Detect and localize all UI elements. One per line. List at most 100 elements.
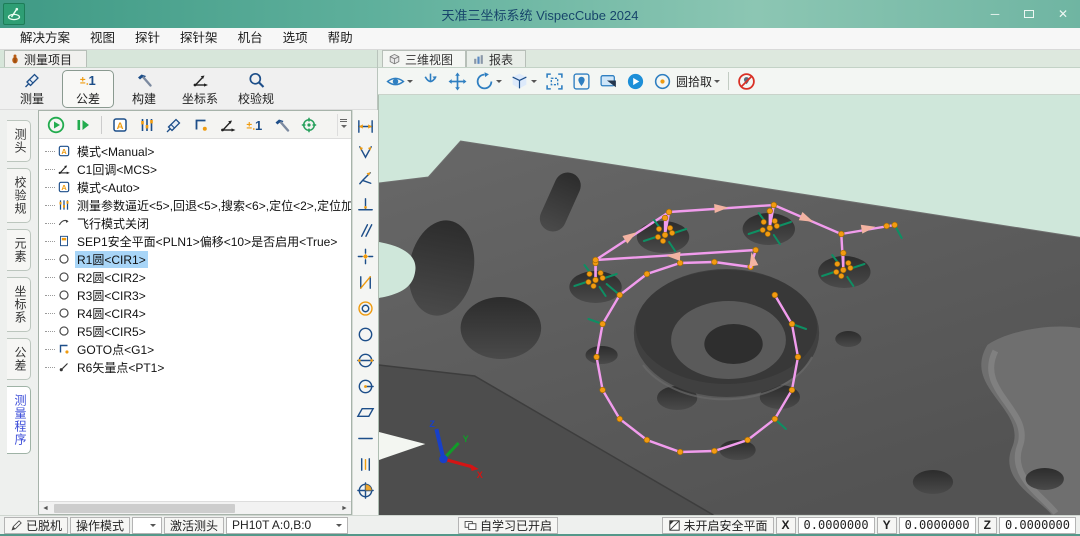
position-icon[interactable] [354, 243, 378, 269]
mode-button[interactable]: A [109, 114, 131, 136]
status-bar: 已脱机 操作模式 激活测头 PH10T A:0,B:0 自学习已开启 未开启安全… [0, 515, 1080, 536]
position-button[interactable] [298, 114, 320, 136]
construct-button[interactable]: 构建 [118, 70, 170, 108]
offline-status: 已脱机 [4, 517, 68, 534]
step-run-button[interactable] [72, 114, 94, 136]
parallelism-icon[interactable] [354, 217, 378, 243]
true-position-icon[interactable] [354, 477, 378, 503]
disable-pick-button[interactable] [737, 72, 756, 91]
straightness-icon[interactable] [354, 425, 378, 451]
radius-circle-icon[interactable] [354, 373, 378, 399]
operation-mode-select[interactable] [132, 517, 162, 534]
measure-button[interactable]: 测量 [6, 70, 58, 108]
svg-text:A: A [61, 183, 67, 192]
run-program-button[interactable] [45, 114, 67, 136]
measure-params-button[interactable] [136, 114, 158, 136]
tab-measure-items[interactable]: 测量项目 [4, 50, 87, 67]
main-toolbar: 测量±1公差构建坐标系校验规 [0, 68, 377, 110]
side-tab-tolerance[interactable]: 公差 [7, 338, 31, 380]
scroll-right-icon[interactable]: ► [338, 505, 351, 512]
program-step-11[interactable]: R5圆<CIR5> [39, 322, 351, 340]
menu-bar: 解决方案视图探针探针架机台选项帮助 [0, 28, 1080, 50]
menu-item-probe-rack[interactable]: 探针架 [170, 28, 228, 49]
toolbar-overflow-button[interactable] [337, 114, 349, 136]
flag-button[interactable] [599, 72, 618, 91]
gdt-toolbar [352, 110, 378, 515]
circle-pick-button[interactable]: 圆拾取 [653, 72, 720, 91]
pages-icon [464, 519, 477, 532]
distance-icon[interactable] [354, 113, 378, 139]
symmetry-icon[interactable] [354, 451, 378, 477]
program-step-13[interactable]: R6矢量点<PT1> [39, 358, 351, 376]
tolerance-button[interactable]: ±1 [244, 114, 266, 136]
fit-view-button[interactable] [545, 72, 564, 91]
circularity-icon[interactable] [354, 321, 378, 347]
program-step-1[interactable]: A模式<Manual> [39, 142, 351, 160]
flatness-icon[interactable] [354, 399, 378, 425]
view-options-button[interactable] [386, 72, 413, 91]
angle-point-icon[interactable] [354, 165, 378, 191]
side-tab-gauge[interactable]: 校验规 [7, 168, 31, 223]
horizontal-scrollbar[interactable]: ◄ ► [39, 501, 351, 514]
menu-item-machine[interactable]: 机台 [228, 28, 273, 49]
scrollbar-thumb[interactable] [54, 504, 235, 513]
angle-between-icon[interactable] [354, 139, 378, 165]
program-step-label: R4圆<CIR4> [75, 305, 148, 322]
side-tab-program[interactable]: 测量程序 [7, 386, 31, 454]
scroll-left-icon[interactable]: ◄ [39, 505, 52, 512]
program-step-6[interactable]: SEP1安全平面<PLN1>偏移<10>是否启用<True> [39, 232, 351, 250]
menu-item-options[interactable]: 选项 [273, 28, 318, 49]
gauge-button[interactable]: 校验规 [230, 70, 282, 108]
pan-view-button[interactable] [448, 72, 467, 91]
program-step-label: R2圆<CIR2> [75, 269, 148, 286]
orbit-view-button[interactable] [475, 72, 502, 91]
program-step-3[interactable]: A模式<Auto> [39, 178, 351, 196]
tolerance-button[interactable]: ±1公差 [62, 70, 114, 108]
program-step-2[interactable]: C1回调<MCS> [39, 160, 351, 178]
program-step-8[interactable]: R2圆<CIR2> [39, 268, 351, 286]
program-step-9[interactable]: R3圆<CIR3> [39, 286, 351, 304]
goto-button[interactable] [190, 114, 212, 136]
tree-guide [45, 259, 55, 260]
tab-report[interactable]: 报表 [466, 50, 526, 67]
svg-text:Z: Z [429, 419, 435, 429]
menu-item-solutions[interactable]: 解决方案 [10, 28, 80, 49]
side-tab-probe[interactable]: 测头 [7, 120, 31, 162]
coordsys-button[interactable] [217, 114, 239, 136]
y-coordinate-value: 0.0000000 [899, 517, 976, 534]
no-plane-icon [668, 519, 681, 532]
tab-view3d[interactable]: 三维视图 [382, 50, 466, 67]
program-step-12[interactable]: GOTO点<G1> [39, 340, 351, 358]
side-tab-coordsys[interactable]: 坐标系 [7, 277, 31, 332]
coordsys-button[interactable]: 坐标系 [174, 70, 226, 108]
menu-item-help[interactable]: 帮助 [318, 28, 363, 49]
window-title: 天准三坐标系统 VispecCube 2024 [0, 5, 1080, 24]
simulate-button[interactable] [626, 72, 645, 91]
side-tab-elements[interactable]: 元素 [7, 229, 31, 271]
x-axis-label: X [776, 517, 796, 534]
menu-item-probe[interactable]: 探针 [125, 28, 170, 49]
perpendicularity-icon[interactable] [354, 191, 378, 217]
view-cube-button[interactable] [510, 72, 537, 91]
svg-text:A: A [61, 147, 67, 156]
menu-item-view[interactable]: 视图 [80, 28, 125, 49]
program-step-label: R1圆<CIR1> [75, 251, 148, 268]
construct-button[interactable] [271, 114, 293, 136]
program-step-4[interactable]: 测量参数逼近<5>,回退<5>,搜索<6>,定位<2>,定位加<2>,测量 [39, 196, 351, 214]
concentricity-icon[interactable] [354, 295, 378, 321]
diameter-circle-icon[interactable] [354, 347, 378, 373]
angularity-icon[interactable] [354, 269, 378, 295]
program-step-7[interactable]: R1圆<CIR1> [39, 250, 351, 268]
measure-button[interactable] [163, 114, 185, 136]
viewport-3d[interactable]: .pp{stroke:#f19ced;stroke-width:2.4;stro… [378, 95, 1080, 515]
separator [728, 72, 729, 90]
marker-button[interactable] [572, 72, 591, 91]
right-panel: 三维视图报表 圆拾取 [378, 50, 1080, 515]
main-content: 测量项目 测量±1公差构建坐标系校验规 测头校验规元素坐标系公差测量程序 A±1… [0, 50, 1080, 515]
active-probe-select[interactable]: PH10T A:0,B:0 [226, 517, 348, 534]
y-axis-label: Y [877, 517, 897, 534]
program-step-10[interactable]: R4圆<CIR4> [39, 304, 351, 322]
program-step-5[interactable]: 飞行模式关闭 [39, 214, 351, 232]
rotate-view-button[interactable] [421, 72, 440, 91]
svg-text:Y: Y [463, 434, 469, 444]
